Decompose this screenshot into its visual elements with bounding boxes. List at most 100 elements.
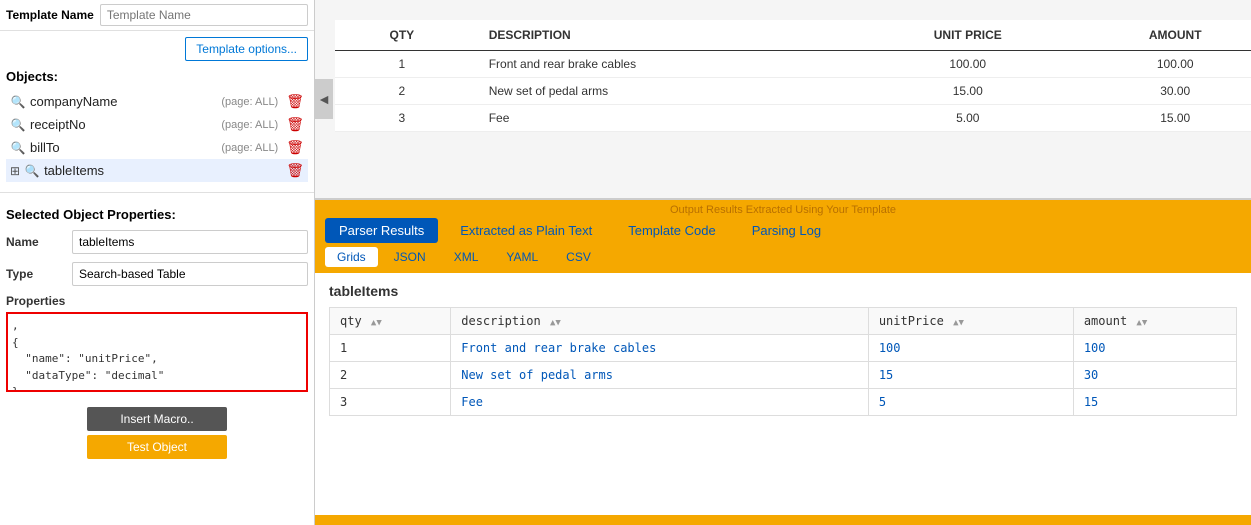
doc-table: QTY DESCRIPTION UNIT PRICE AMOUNT 1 Fron… [335,20,1251,132]
grid-cell-unitprice: 100 [868,335,1073,362]
search-icon-table: 🔍 [24,164,40,178]
insert-macro-button[interactable]: Insert Macro.. [87,407,227,431]
object-name-companyName: companyName [30,94,217,109]
right-panel: ◄ QTY DESCRIPTION UNIT PRICE AMOUNT 1 Fr… [315,0,1251,525]
doc-cell-unitprice: 15.00 [856,78,1079,105]
doc-cell-qty: 1 [335,51,469,78]
template-name-input[interactable] [100,4,308,26]
type-prop-input[interactable] [72,262,308,286]
results-area: Output Results Extracted Using Your Temp… [315,200,1251,525]
object-item-receiptNo[interactable]: 🔍 receiptNo (page: ALL) 🗑 [6,113,308,136]
subtab-csv[interactable]: CSV [554,247,603,267]
grid-table: qty ▲▼ description ▲▼ unitPrice ▲▼ amoun… [329,307,1237,416]
scroll-left-arrow[interactable]: ◄ [315,79,333,119]
name-prop-label: Name [6,235,66,249]
doc-preview: ◄ QTY DESCRIPTION UNIT PRICE AMOUNT 1 Fr… [315,0,1251,200]
name-prop-input[interactable] [72,230,308,254]
object-name-billTo: billTo [30,140,217,155]
doc-cell-qty: 2 [335,78,469,105]
grid-cell-amount: 15 [1073,389,1236,416]
grid-col-amount: amount ▲▼ [1073,308,1236,335]
grid-cell-amount: 100 [1073,335,1236,362]
doc-cell-amount: 15.00 [1079,105,1251,132]
doc-table-row: 1 Front and rear brake cables 100.00 100… [335,51,1251,78]
properties-text-area: Properties , { "name": "unitPrice", "dat… [6,294,308,395]
orange-bar [315,515,1251,525]
grid-cell-description: Front and rear brake cables [451,335,869,362]
object-page-companyName: (page: ALL) [221,96,278,108]
grid-table-row: 2 New set of pedal arms 15 30 [330,362,1237,389]
object-item-tableItems[interactable]: ⊞ 🔍 tableItems 🗑 [6,159,308,182]
subtab-grids[interactable]: Grids [325,247,378,267]
results-tabs-row: Parser Results Extracted as Plain Text T… [315,218,1251,247]
left-panel: Template Name Template options... Object… [0,0,315,525]
grid-col-qty: qty ▲▼ [330,308,451,335]
subtab-json[interactable]: JSON [382,247,438,267]
tab-template-code[interactable]: Template Code [614,218,729,243]
template-name-label: Template Name [6,8,94,22]
grid-cell-qty: 1 [330,335,451,362]
subtab-yaml[interactable]: YAML [494,247,550,267]
doc-cell-desc: New set of pedal arms [469,78,856,105]
grid-table-row: 1 Front and rear brake cables 100 100 [330,335,1237,362]
col-unit-price: UNIT PRICE [856,20,1079,51]
doc-cell-desc: Front and rear brake cables [469,51,856,78]
grid-cell-description: New set of pedal arms [451,362,869,389]
tab-parser-results[interactable]: Parser Results [325,218,438,243]
doc-cell-qty: 3 [335,105,469,132]
delete-icon-billTo[interactable]: 🗑 [286,139,304,156]
col-amount: AMOUNT [1079,20,1251,51]
sort-icon-desc: ▲▼ [550,318,561,328]
test-object-button[interactable]: Test Object [87,435,227,459]
table-icon: ⊞ [10,164,20,178]
object-page-billTo: (page: ALL) [221,142,278,154]
doc-cell-unitprice: 5.00 [856,105,1079,132]
results-content: tableItems qty ▲▼ description ▲▼ unitPri… [315,273,1251,515]
template-options-row: Template options... [0,31,314,63]
results-subtabs-row: Grids JSON XML YAML CSV [315,247,1251,273]
properties-section: Selected Object Properties: Name Type Pr… [0,201,314,401]
bottom-buttons: Insert Macro.. Test Object [0,401,314,465]
object-name-tableItems: tableItems [44,163,282,178]
name-prop-row: Name [6,230,308,254]
template-options-button[interactable]: Template options... [185,37,308,61]
col-description: DESCRIPTION [469,20,856,51]
grid-cell-description: Fee [451,389,869,416]
object-name-receiptNo: receiptNo [30,117,217,132]
sort-icon-price: ▲▼ [953,318,964,328]
doc-cell-unitprice: 100.00 [856,51,1079,78]
type-prop-row: Type [6,262,308,286]
search-icon: 🔍 [10,141,26,155]
col-qty: QTY [335,20,469,51]
doc-cell-desc: Fee [469,105,856,132]
properties-code-textarea[interactable]: , { "name": "unitPrice", "dataType": "de… [6,312,308,392]
grid-cell-qty: 3 [330,389,451,416]
search-icon: 🔍 [10,118,26,132]
objects-section: Objects: 🔍 companyName (page: ALL) 🗑 🔍 r… [0,63,314,184]
doc-table-row: 2 New set of pedal arms 15.00 30.00 [335,78,1251,105]
tab-plain-text[interactable]: Extracted as Plain Text [446,218,606,243]
delete-icon-receiptNo[interactable]: 🗑 [286,116,304,133]
grid-col-unitprice: unitPrice ▲▼ [868,308,1073,335]
grid-table-row: 3 Fee 5 15 [330,389,1237,416]
grid-col-description: description ▲▼ [451,308,869,335]
grid-cell-unitprice: 15 [868,362,1073,389]
object-page-receiptNo: (page: ALL) [221,119,278,131]
delete-icon-tableItems[interactable]: 🗑 [286,162,304,179]
doc-cell-amount: 100.00 [1079,51,1251,78]
results-header-text: Output Results Extracted Using Your Temp… [315,200,1251,218]
grid-cell-qty: 2 [330,362,451,389]
delete-icon-companyName[interactable]: 🗑 [286,93,304,110]
subtab-xml[interactable]: XML [442,247,491,267]
objects-title: Objects: [6,69,308,84]
grid-table-title: tableItems [329,283,1237,299]
search-icon: 🔍 [10,95,26,109]
grid-cell-amount: 30 [1073,362,1236,389]
template-name-row: Template Name [0,0,314,31]
object-item-billTo[interactable]: 🔍 billTo (page: ALL) 🗑 [6,136,308,159]
properties-title: Selected Object Properties: [6,207,308,222]
object-item-companyName[interactable]: 🔍 companyName (page: ALL) 🗑 [6,90,308,113]
sort-icon-amount: ▲▼ [1136,318,1147,328]
tab-parsing-log[interactable]: Parsing Log [738,218,835,243]
doc-cell-amount: 30.00 [1079,78,1251,105]
